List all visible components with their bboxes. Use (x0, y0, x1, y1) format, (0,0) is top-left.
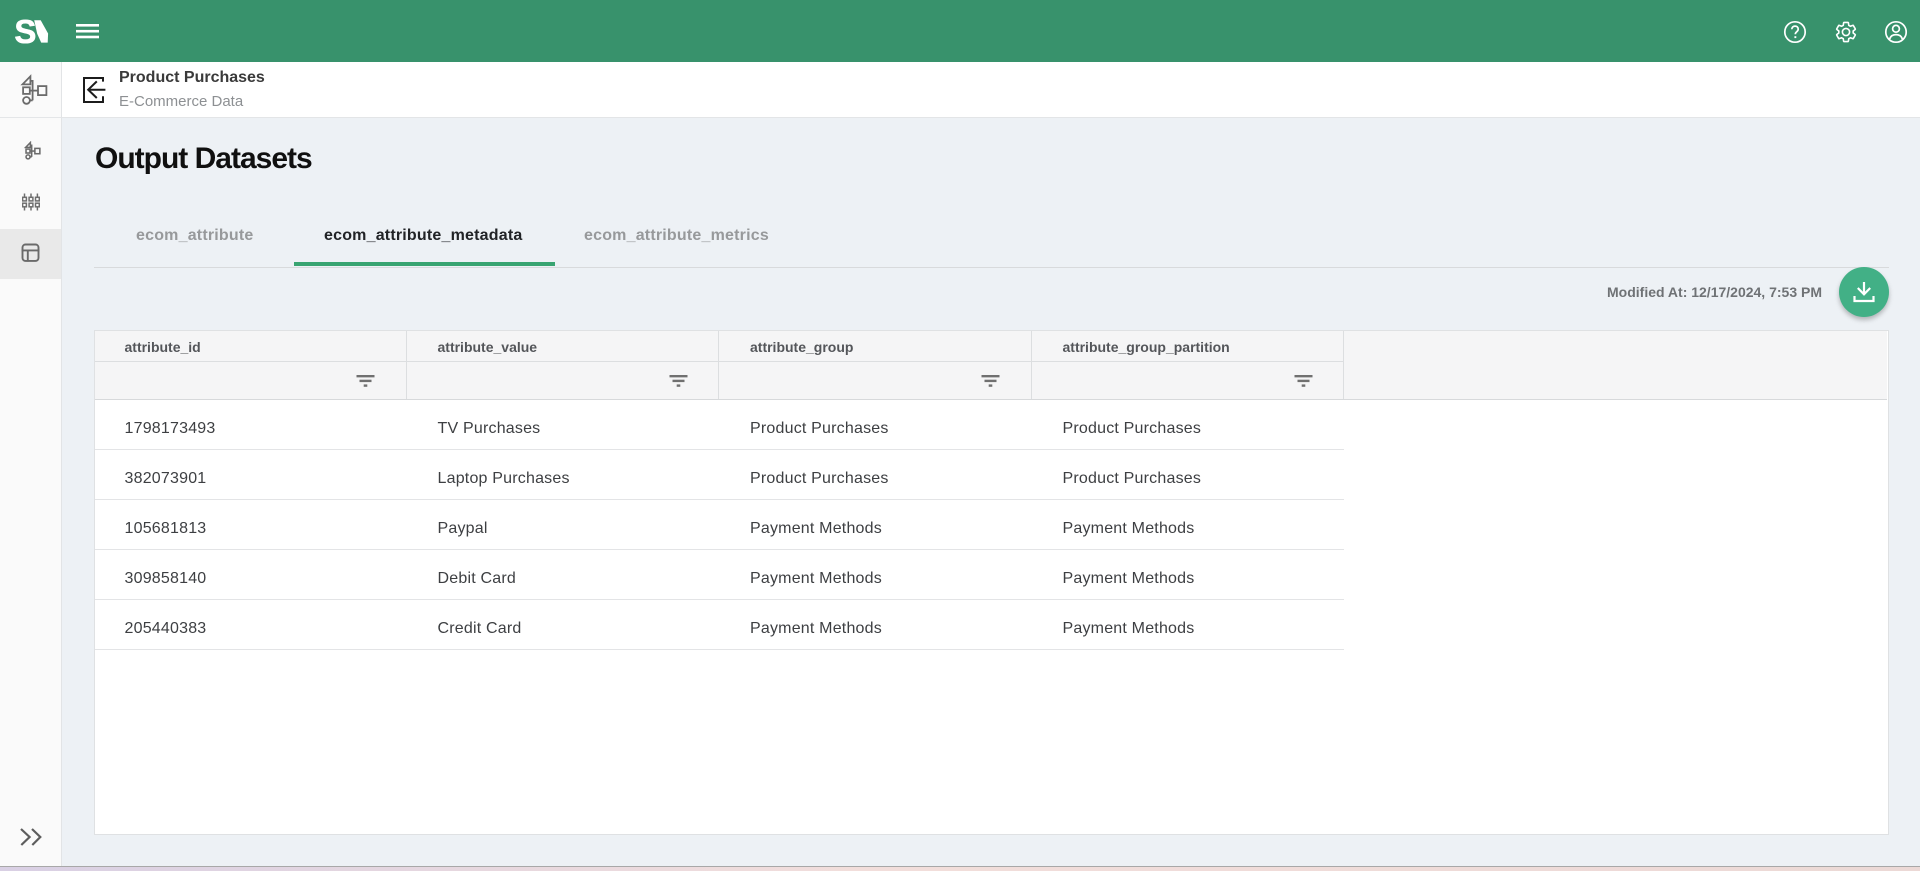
svg-text:S: S (14, 16, 36, 48)
